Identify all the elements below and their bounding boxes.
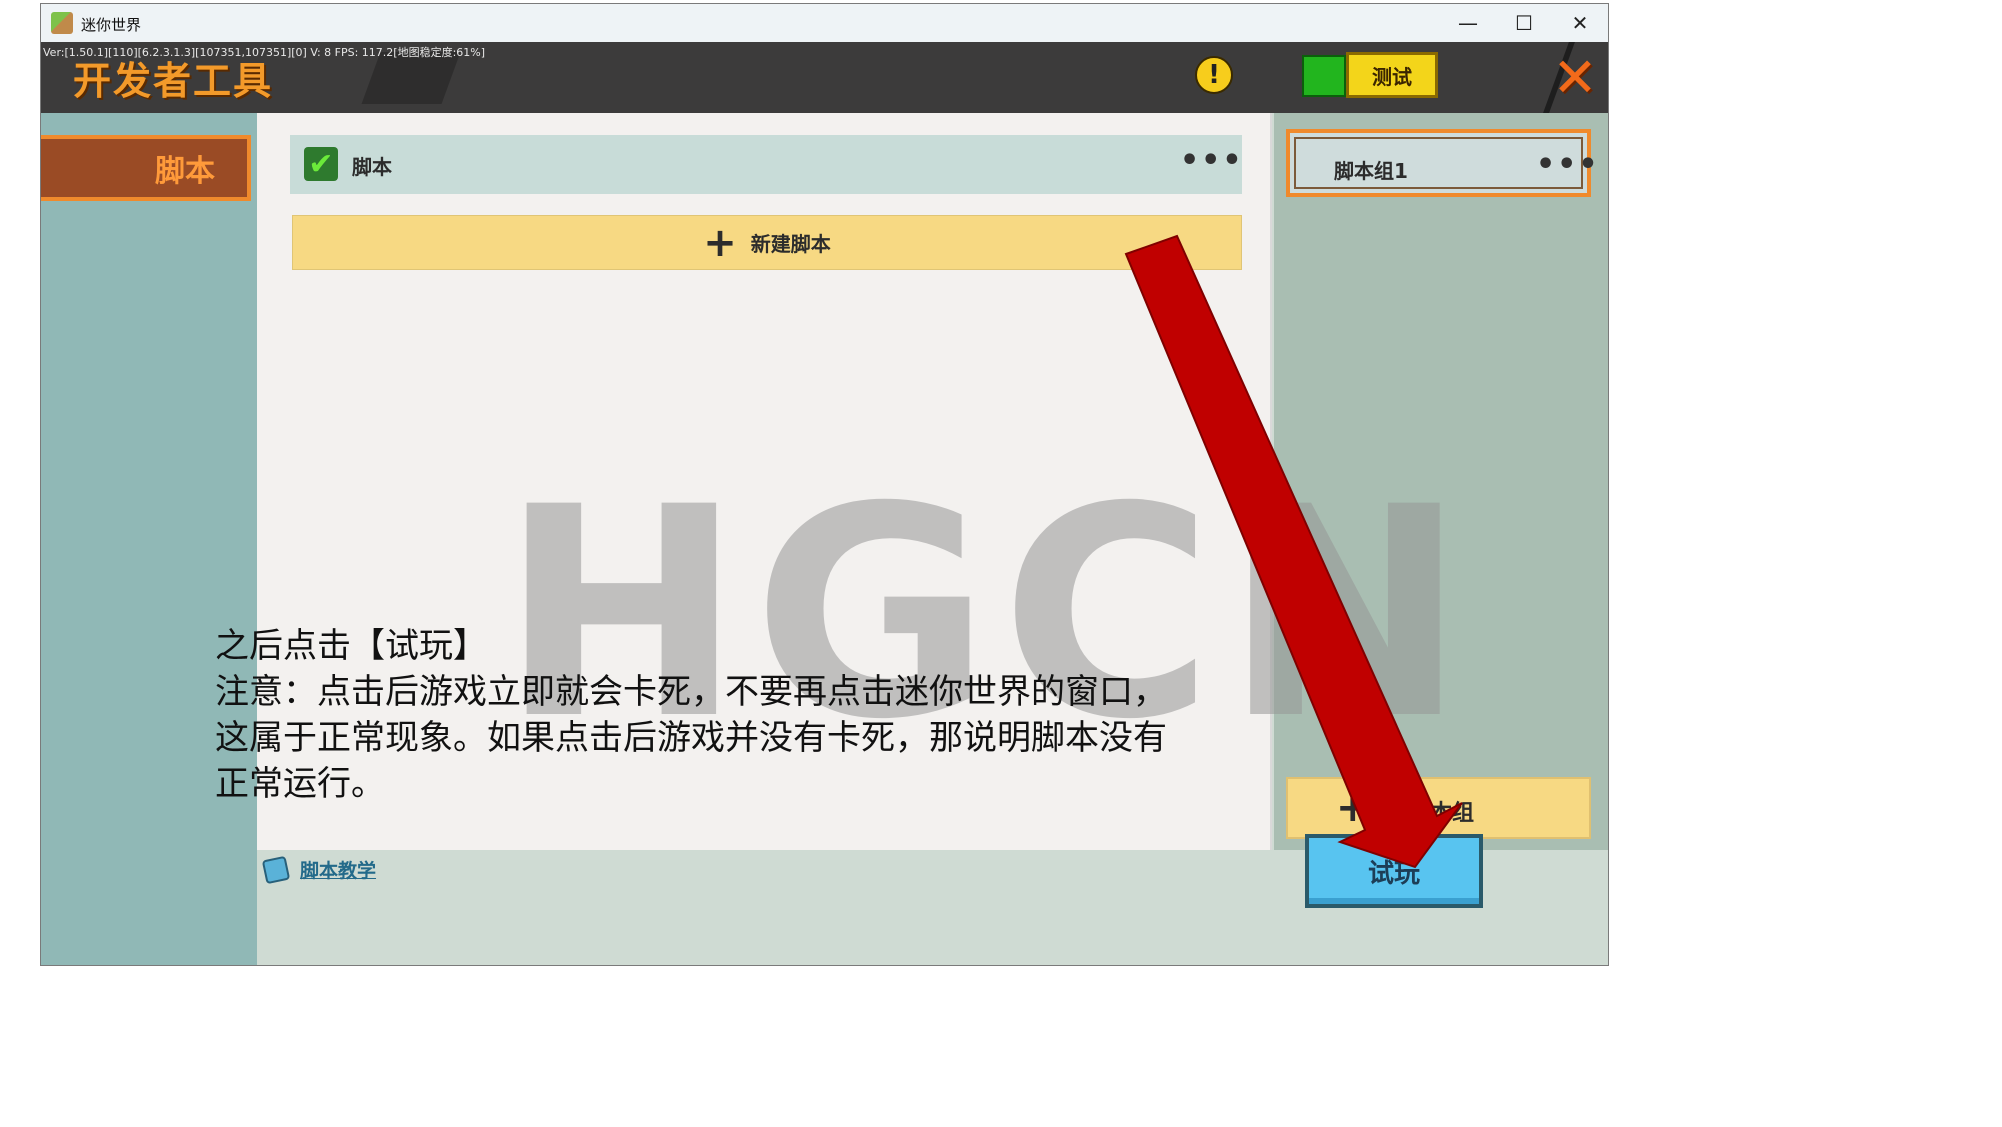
- plus-icon: +: [1336, 785, 1370, 831]
- script-group-label: 脚本组1: [1334, 159, 1408, 183]
- play-test-button[interactable]: 试玩: [1305, 834, 1483, 908]
- close-icon[interactable]: ✕: [1546, 46, 1604, 109]
- warning-icon[interactable]: !: [1195, 56, 1233, 94]
- test-status-indicator[interactable]: [1302, 55, 1346, 97]
- page-title: 开发者工具: [73, 59, 274, 103]
- instruction-text: 之后点击【试玩】 注意：点击后游戏立即就会卡死，不要再点击迷你世界的窗口， 这属…: [215, 623, 1335, 807]
- more-options-icon[interactable]: •••: [1536, 147, 1600, 182]
- script-group-card[interactable]: 脚本组1 •••: [1286, 129, 1598, 197]
- window-titlebar[interactable]: 迷你世界 — ☐ ✕: [41, 4, 1608, 42]
- more-options-icon[interactable]: •••: [1180, 143, 1244, 178]
- window-close-button[interactable]: ✕: [1552, 4, 1608, 42]
- plus-icon: +: [703, 219, 737, 266]
- new-script-label: 新建脚本: [750, 232, 831, 256]
- new-script-button[interactable]: + 新建脚本: [292, 215, 1242, 270]
- book-icon[interactable]: [261, 855, 291, 885]
- script-row-label: 脚本: [352, 155, 392, 179]
- script-group-card-frame: 脚本组1 •••: [1294, 137, 1598, 189]
- script-tutorial-link[interactable]: 脚本教学: [300, 856, 376, 883]
- instruction-line: 之后点击【试玩】: [215, 626, 487, 666]
- checkmark-icon[interactable]: ✔: [304, 147, 338, 182]
- app-icon: [51, 12, 73, 34]
- instruction-line: 这属于正常现象。如果点击后游戏并没有卡死，那说明脚本没有: [215, 718, 1167, 758]
- instruction-line: 正常运行。: [215, 764, 385, 804]
- test-button[interactable]: 测试: [1346, 52, 1438, 98]
- sidebar-tab-script[interactable]: 脚本: [41, 135, 251, 201]
- new-script-group-label: 脚本组: [1408, 801, 1475, 826]
- window-title: 迷你世界: [81, 16, 142, 34]
- top-bar: Ver:[1.50.1][110][6.2.3.1.3][107351,1073…: [41, 42, 1608, 113]
- instruction-line: 注意：点击后游戏立即就会卡死，不要再点击迷你世界的窗口，: [215, 672, 1167, 712]
- maximize-button[interactable]: ☐: [1496, 4, 1552, 42]
- minimize-button[interactable]: —: [1440, 4, 1496, 42]
- script-row[interactable]: ✔ 脚本 •••: [290, 135, 1242, 194]
- sidebar: 脚本: [41, 113, 257, 965]
